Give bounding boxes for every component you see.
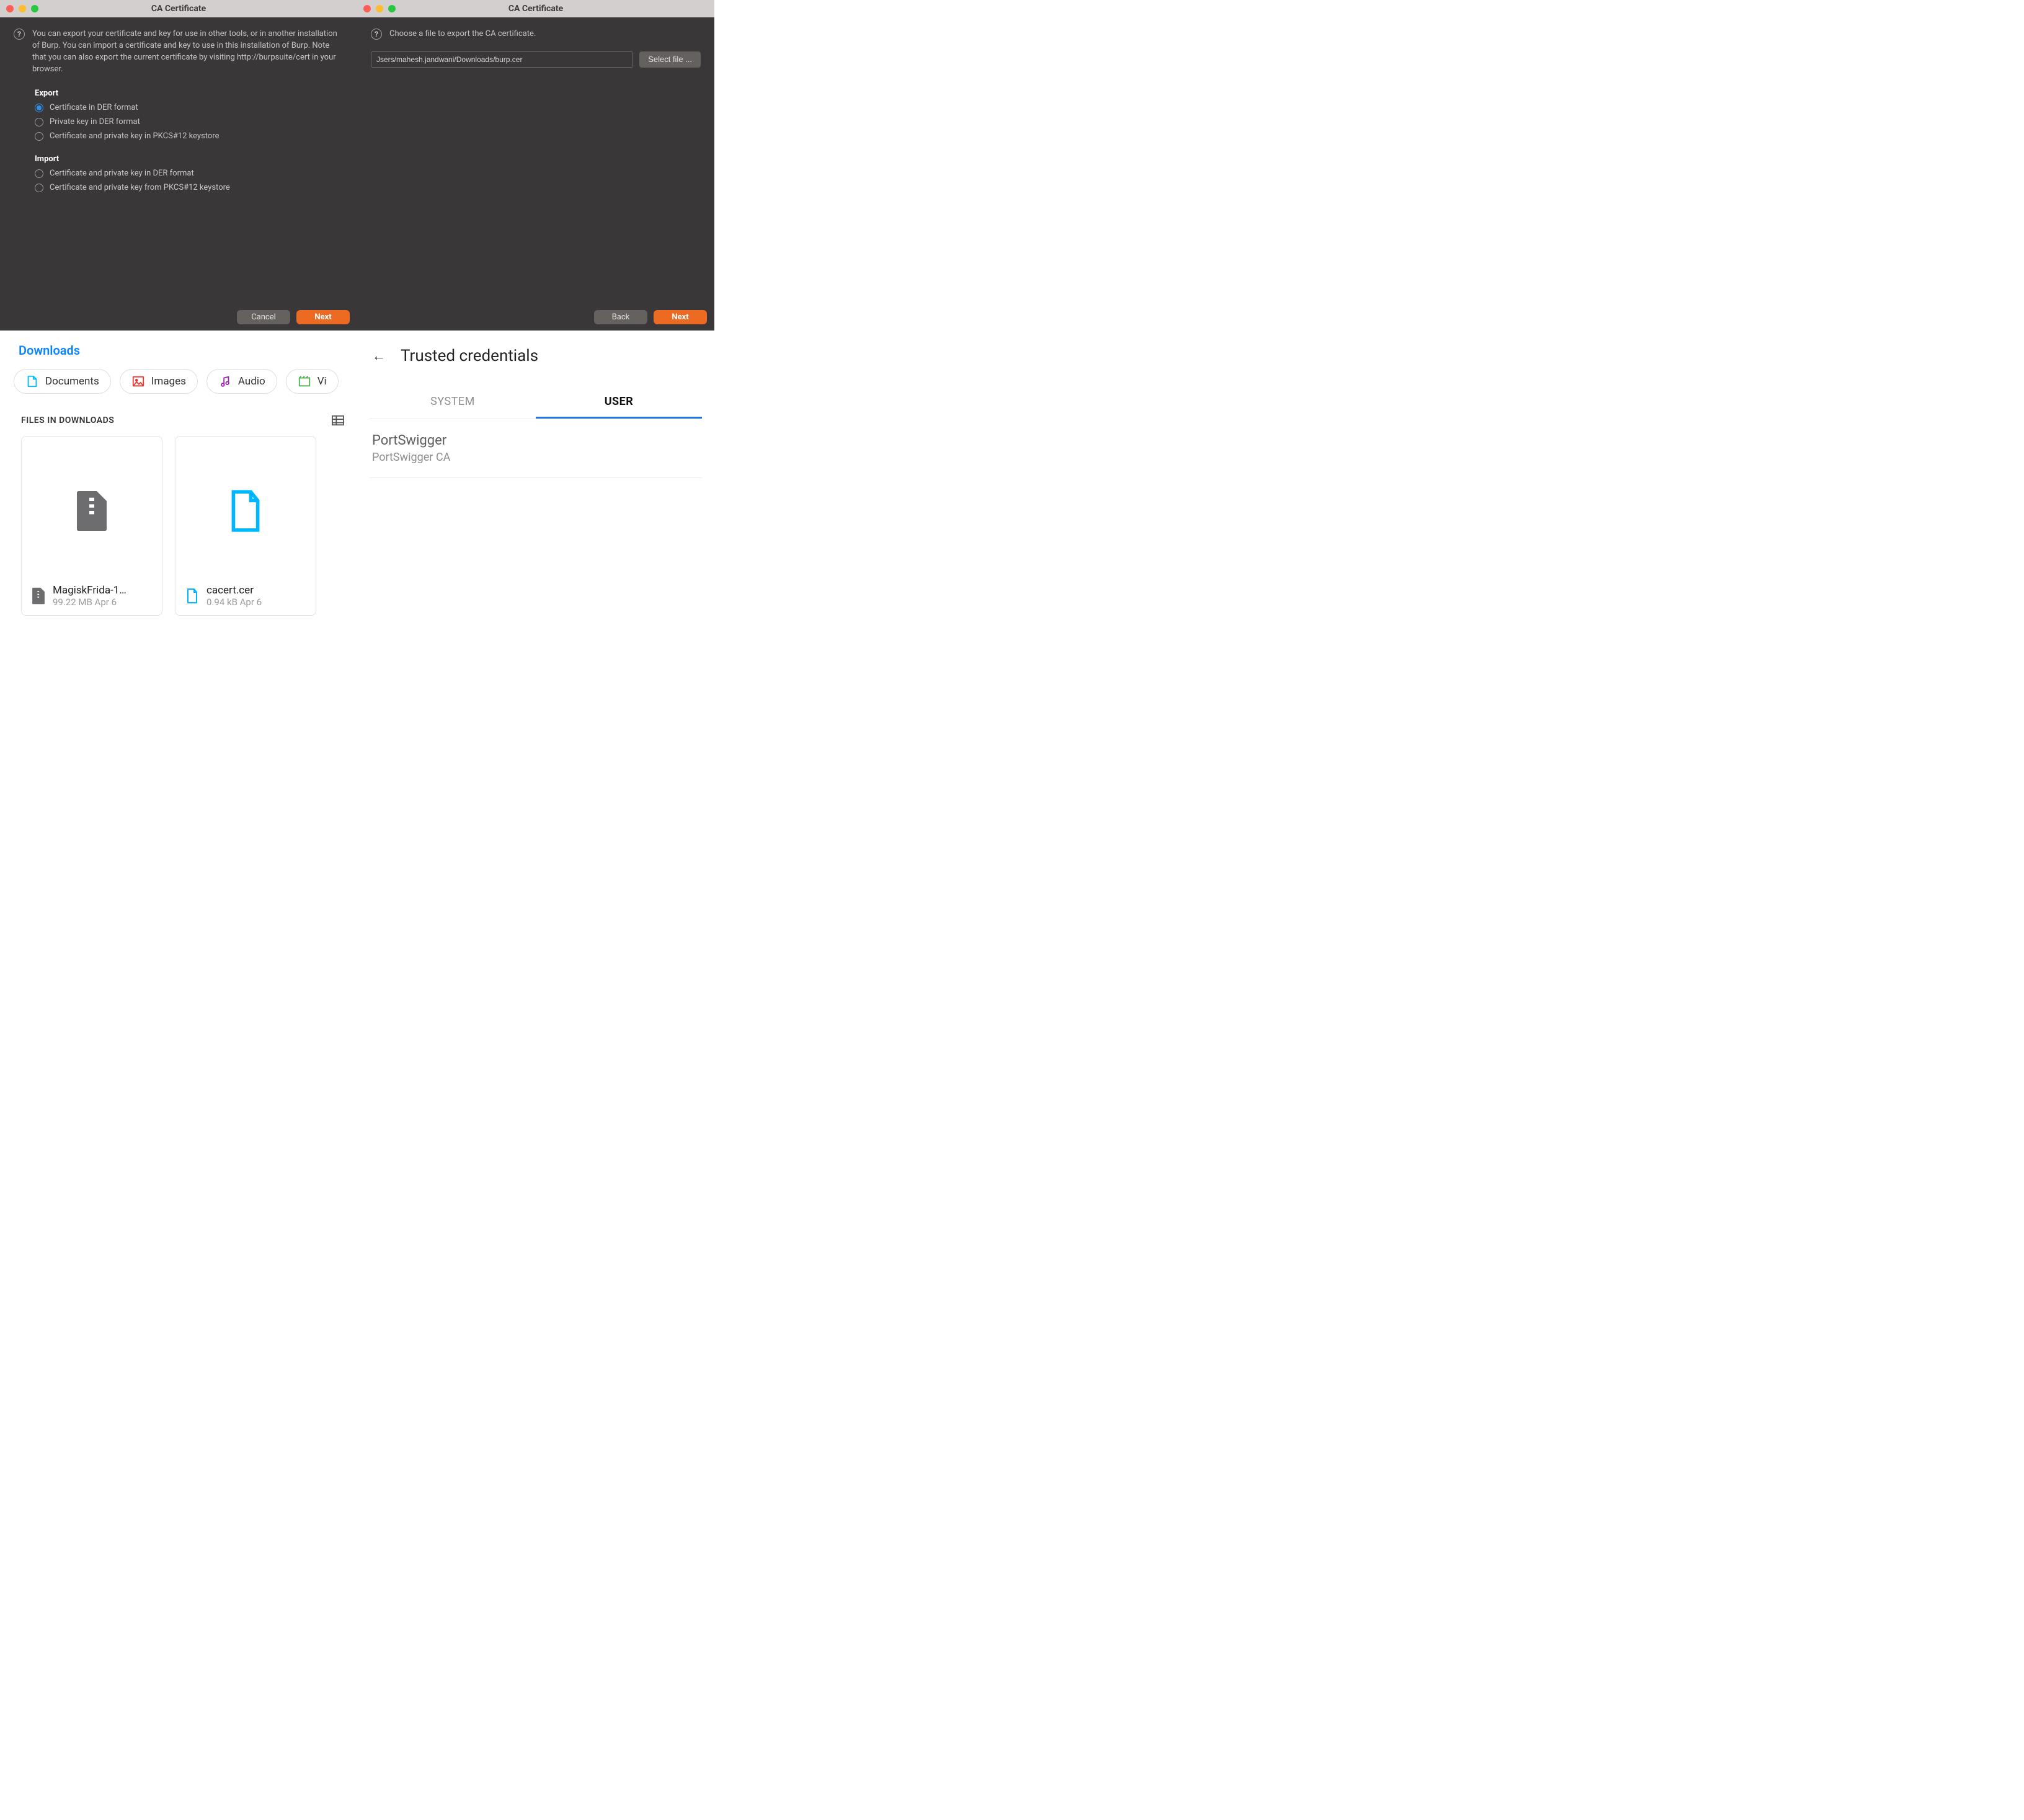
file-tile-magiskfrida[interactable]: MagiskFrida-1… 99.22 MB Apr 6 [21, 436, 162, 616]
window-title: CA Certificate [0, 4, 357, 14]
file-icon [228, 480, 263, 542]
select-file-button[interactable]: Select file ... [639, 51, 701, 68]
titlebar: CA Certificate [357, 0, 714, 17]
radio-icon [35, 118, 43, 127]
next-button[interactable]: Next [654, 310, 707, 324]
export-heading: Export [35, 89, 344, 98]
radio-label: Certificate and private key in DER forma… [50, 169, 194, 178]
titlebar: CA Certificate [0, 0, 357, 17]
tabs: SYSTEM USER [370, 386, 702, 419]
export-path-input[interactable] [371, 51, 633, 68]
file-name: cacert.cer [206, 584, 262, 597]
window-title: CA Certificate [357, 4, 714, 14]
chip-videos[interactable]: Vi [286, 369, 339, 394]
radio-export-der-cert[interactable]: Certificate in DER format [35, 103, 344, 112]
files-heading: FILES IN DOWNLOADS [21, 415, 114, 425]
credential-name: PortSwigger [372, 433, 699, 448]
file-meta: 99.22 MB Apr 6 [53, 597, 126, 608]
audio-icon [218, 375, 232, 388]
page-title: Trusted credentials [401, 347, 538, 365]
archive-icon [30, 586, 47, 606]
cancel-button[interactable]: Cancel [237, 310, 290, 324]
trusted-credentials-screen: ← Trusted credentials SYSTEM USER PortSw… [357, 331, 714, 643]
chip-label: Vi [317, 375, 327, 388]
burp-export-window: CA Certificate ? You can export your cer… [0, 0, 357, 331]
image-icon [131, 375, 145, 388]
radio-icon [35, 104, 43, 112]
radio-icon [35, 169, 43, 178]
radio-label: Certificate and private key in PKCS#12 k… [50, 131, 220, 141]
chip-label: Images [151, 375, 186, 388]
chip-label: Documents [45, 375, 99, 388]
intro-text: Choose a file to export the CA certifica… [389, 29, 536, 40]
intro-text: You can export your certificate and key … [32, 29, 344, 75]
import-heading: Import [35, 154, 344, 164]
credential-item-portswigger[interactable]: PortSwigger PortSwigger CA [370, 419, 702, 478]
archive-icon [74, 480, 109, 542]
file-meta: 0.94 kB Apr 6 [206, 597, 262, 608]
radio-label: Certificate and private key from PKCS#12… [50, 183, 230, 192]
help-icon[interactable]: ? [371, 29, 382, 40]
help-icon[interactable]: ? [14, 29, 25, 40]
radio-label: Certificate in DER format [50, 103, 138, 112]
chip-label: Audio [238, 375, 265, 388]
file-icon [184, 586, 200, 606]
file-tile-cacert[interactable]: cacert.cer 0.94 kB Apr 6 [175, 436, 316, 616]
radio-export-pkcs12[interactable]: Certificate and private key in PKCS#12 k… [35, 131, 344, 141]
burp-choose-file-window: CA Certificate ? Choose a file to export… [357, 0, 714, 331]
chip-documents[interactable]: Documents [14, 369, 111, 394]
list-view-icon[interactable] [331, 415, 345, 426]
file-name: MagiskFrida-1… [53, 584, 126, 597]
radio-icon [35, 184, 43, 192]
credential-sub: PortSwigger CA [372, 451, 699, 464]
tab-system[interactable]: SYSTEM [370, 386, 536, 419]
next-button[interactable]: Next [296, 310, 350, 324]
video-icon [298, 375, 311, 388]
downloads-screen: Downloads Documents Images Audio Vi FILE… [0, 331, 357, 643]
radio-import-der[interactable]: Certificate and private key in DER forma… [35, 169, 344, 178]
tab-user[interactable]: USER [536, 386, 702, 419]
chip-audio[interactable]: Audio [206, 369, 277, 394]
document-icon [25, 375, 39, 388]
radio-import-pkcs12[interactable]: Certificate and private key from PKCS#12… [35, 183, 344, 192]
radio-export-der-key[interactable]: Private key in DER format [35, 117, 344, 127]
chip-images[interactable]: Images [120, 369, 198, 394]
back-arrow-icon[interactable]: ← [372, 348, 386, 364]
radio-icon [35, 132, 43, 141]
page-title: Downloads [19, 343, 350, 358]
back-button[interactable]: Back [594, 310, 647, 324]
radio-label: Private key in DER format [50, 117, 140, 127]
category-chips: Documents Images Audio Vi [14, 369, 350, 394]
